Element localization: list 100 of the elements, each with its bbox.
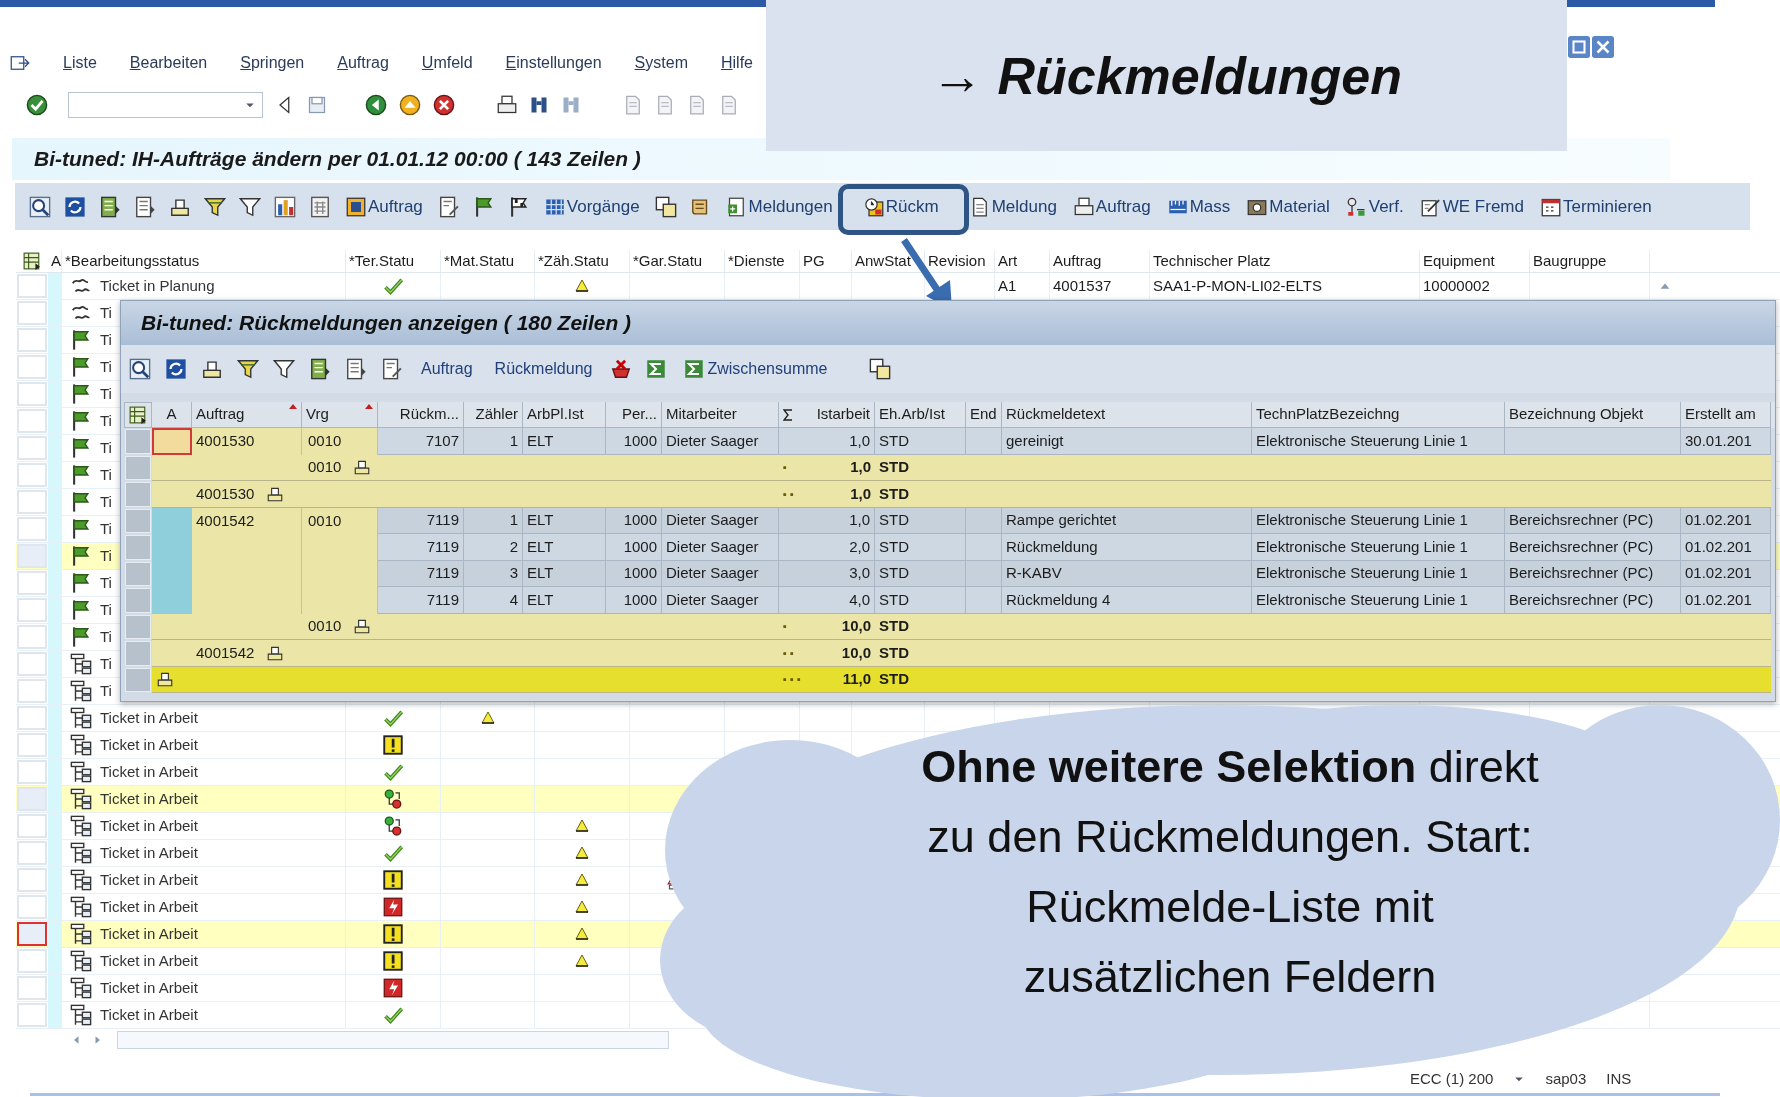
table-cell-text: 10,0 <box>841 616 871 636</box>
table-cell: Dieter Saager <box>662 507 779 534</box>
table-cell-text: Ti <box>100 518 112 539</box>
subtotal-marker: ▪ ▪ ▪ <box>783 672 801 687</box>
table-cell: 7107 <box>378 428 464 455</box>
table-cell-text: 4001542 <box>196 642 255 663</box>
table-cell: 01.02.201 <box>1681 560 1771 587</box>
table-cell: ELT <box>523 534 606 561</box>
subtotal-marker: ▪ ▪ <box>783 645 794 661</box>
table-cell-text: 0010 <box>308 616 342 636</box>
table-cell: 1000 <box>606 507 662 534</box>
table-cell-text: Ti <box>100 329 112 350</box>
table-cell: 1000 <box>606 534 662 561</box>
table-cell-text: Ti <box>100 302 112 323</box>
table-cell-text: 11,0 <box>842 669 871 689</box>
table-cell: Dieter Saager <box>662 534 779 561</box>
table-cell: 1,0 <box>779 507 875 534</box>
table-cell-text: Ti <box>100 437 112 458</box>
table-cell: STD <box>875 534 966 561</box>
table-cell: 4001542 <box>192 507 302 534</box>
table-cell: Rampe gerichtet <box>1002 507 1252 534</box>
table-cell-text: Ticket in Arbeit <box>100 896 198 917</box>
table-cell: 7119 <box>378 587 464 614</box>
callout-title: → Rückmeldungen <box>931 45 1402 107</box>
table-cell-text: Ticket in Arbeit <box>100 977 198 998</box>
table-cell-text: 4001537 <box>1053 275 1112 296</box>
table-cell-text: Ticket in Arbeit <box>100 815 198 836</box>
table-cell: Rückmeldung <box>1002 534 1252 561</box>
table-cell: Bereichsrechner (PC) <box>1505 587 1681 614</box>
table-cell-text: Ti <box>100 383 112 404</box>
table-cell-text: 4001530 <box>196 483 255 504</box>
table-cell: Elektronische Steuerung Linie 1 <box>1252 428 1505 455</box>
table-cell-text: 1,0 <box>850 483 871 504</box>
table-cell-text: 1,0 <box>850 457 871 477</box>
table-cell: 4 <box>464 587 523 614</box>
table-cell: 7119 <box>378 560 464 587</box>
table-cell-text: A1 <box>998 275 1017 296</box>
table-cell: STD <box>875 587 966 614</box>
table-cell: Bereichsrechner (PC) <box>1505 534 1681 561</box>
table-cell: 2 <box>464 534 523 561</box>
table-cell: 7119 <box>378 507 464 534</box>
table-cell-text: Ticket in Arbeit <box>100 923 198 944</box>
table-cell-text: Ti <box>100 572 112 593</box>
screen-title: Bi-tuned: IH-Aufträge ändern per 01.01.12 00:00 ( 143 Zeilen ) <box>34 146 641 173</box>
table-cell: STD <box>875 507 966 534</box>
table-cell-text: Ticket in Arbeit <box>100 788 198 809</box>
table-cell-text: Ti <box>100 680 112 701</box>
table-cell: 7119 <box>378 534 464 561</box>
table-cell: 01.02.201 <box>1681 507 1771 534</box>
subtotal-marker: ▪ <box>783 460 787 475</box>
window-title: Bi-tuned: Rückmeldungen anzeigen ( 180 Zeilen ) <box>141 310 632 337</box>
table-cell: 1000 <box>606 560 662 587</box>
table-cell: 01.02.201 <box>1681 534 1771 561</box>
table-cell-text: Ticket in Arbeit <box>100 842 198 863</box>
table-cell-text: Ti <box>100 464 112 485</box>
table-cell: R-KABV <box>1002 560 1252 587</box>
table-cell: 1000 <box>606 587 662 614</box>
table-cell-text: STD <box>879 483 909 504</box>
table-cell-text: STD <box>879 616 909 636</box>
table-cell: STD <box>875 560 966 587</box>
table-cell: 1 <box>464 428 523 455</box>
table-cell-text: Ticket in Planung <box>100 275 215 296</box>
table-cell-text: STD <box>879 457 909 477</box>
table-cell-text: Ti <box>100 356 112 377</box>
status-field: INS <box>1606 1067 1632 1091</box>
table-cell-text: Ticket in Arbeit <box>100 869 198 890</box>
table-cell: Elektronische Steuerung Linie 1 <box>1252 534 1505 561</box>
table-cell: 0010 <box>302 507 378 534</box>
table-cell-text: Ticket in Arbeit <box>100 1004 198 1025</box>
table-cell: Rückmeldung 4 <box>1002 587 1252 614</box>
table-cell: 4,0 <box>779 587 875 614</box>
status-field: ECC (1) 200 <box>1410 1067 1494 1091</box>
table-cell: 0010 <box>302 428 378 455</box>
table-cell: 3,0 <box>779 560 875 587</box>
table-cell-text: 0010 <box>308 457 342 477</box>
subtotal-marker: ▪ <box>783 619 787 634</box>
table-cell-text: Ti <box>100 491 112 512</box>
table-cell-text: 10000002 <box>1423 275 1490 296</box>
table-cell: 3 <box>464 560 523 587</box>
table-cell-text: Ticket in Arbeit <box>100 707 198 728</box>
table-cell: ELT <box>523 560 606 587</box>
table-cell: Dieter Saager <box>662 428 779 455</box>
table-cell-text: Ticket in Arbeit <box>100 761 198 782</box>
status-field: sap03 <box>1545 1067 1587 1091</box>
table-cell: ELT <box>523 507 606 534</box>
table-cell: Bereichsrechner (PC) <box>1505 507 1681 534</box>
table-cell-text: Ticket in Arbeit <box>100 950 198 971</box>
subtotal-marker: ▪ ▪ <box>783 486 794 502</box>
table-cell-text: STD <box>879 642 909 663</box>
table-cell: 30.01.201 <box>1681 428 1771 455</box>
table-cell-text: STD <box>879 669 909 689</box>
table-cell-text: Ti <box>100 626 112 647</box>
table-cell: STD <box>875 428 966 455</box>
table-cell-text: Ti <box>100 653 112 674</box>
table-cell-text: Ti <box>100 599 112 620</box>
table-cell-text: Ticket in Arbeit <box>100 734 198 755</box>
table-cell: 01.02.201 <box>1681 587 1771 614</box>
table-cell: 2,0 <box>779 534 875 561</box>
table-cell-text: Ti <box>100 545 112 566</box>
table-cell: 1 <box>464 507 523 534</box>
